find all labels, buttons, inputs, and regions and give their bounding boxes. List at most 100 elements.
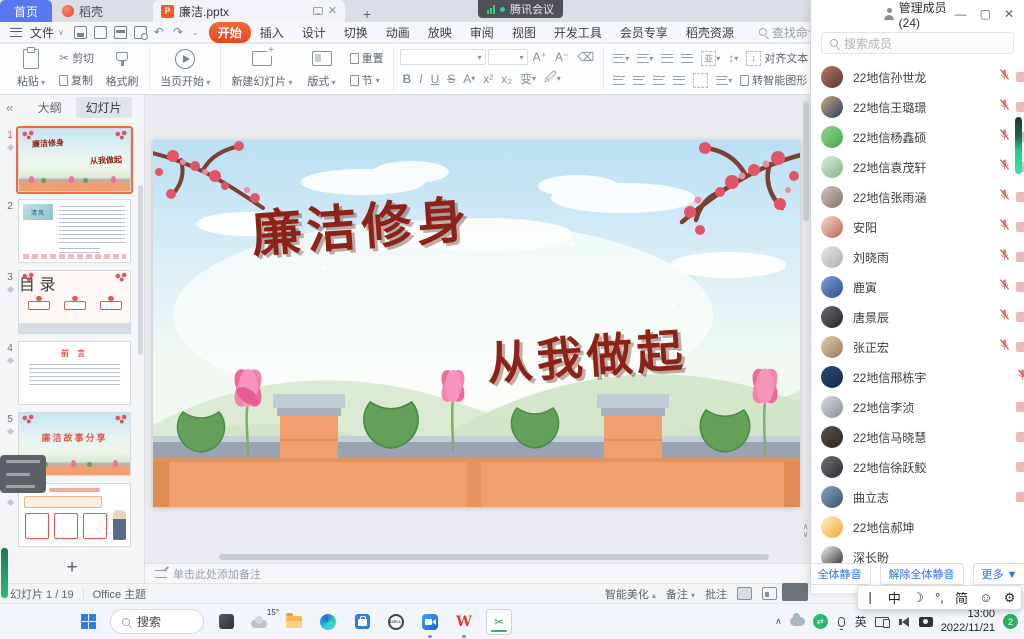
mic-muted-icon[interactable] bbox=[1016, 368, 1024, 386]
superscript-button[interactable]: x² bbox=[480, 72, 496, 86]
align-text-button[interactable]: ↕对齐文本▾ bbox=[743, 49, 818, 67]
align-center-button[interactable] bbox=[630, 76, 648, 85]
undo-icon[interactable]: ↶ bbox=[154, 25, 166, 39]
numbering-button[interactable]: ▾ bbox=[634, 54, 656, 63]
member-search-input[interactable]: 搜索成员 bbox=[821, 32, 1014, 54]
slide-thumbnail-1[interactable]: 1 廉洁修身 从我做起 bbox=[2, 128, 140, 192]
member-row[interactable]: 曲立志 bbox=[811, 482, 1024, 512]
comments-button[interactable]: 批注 bbox=[705, 586, 727, 602]
ime-item[interactable]: ☺ bbox=[979, 590, 992, 605]
next-slide-chevron[interactable]: ∨ bbox=[801, 531, 810, 539]
close-tab-icon[interactable]: ✕ bbox=[328, 6, 337, 17]
camera-off-icon[interactable] bbox=[1016, 102, 1024, 112]
canvas-vertical-scrollbar[interactable] bbox=[803, 101, 809, 221]
tab-home[interactable]: 首页 bbox=[0, 0, 52, 22]
decrease-indent-button[interactable] bbox=[658, 54, 676, 63]
dell-app-icon[interactable]: DELL bbox=[384, 610, 408, 634]
ime-item[interactable]: 简 bbox=[955, 588, 968, 607]
mic-muted-icon[interactable] bbox=[998, 308, 1011, 326]
columns-button[interactable] bbox=[690, 73, 711, 88]
mic-muted-icon[interactable] bbox=[998, 68, 1011, 86]
ime-language-indicator[interactable]: 英 bbox=[855, 613, 867, 630]
member-row[interactable]: 22地信李浈 bbox=[811, 392, 1024, 422]
clock[interactable]: 13:00 2022/11/21 bbox=[941, 608, 995, 634]
increase-indent-button[interactable] bbox=[678, 54, 696, 63]
slideshow-button[interactable] bbox=[782, 583, 808, 601]
new-slide-button[interactable]: 新建幻灯片 ▾ bbox=[227, 47, 296, 91]
tray-expand-icon[interactable]: ∧ bbox=[775, 616, 782, 627]
slide-thumbnail-3[interactable]: 3 目 录 bbox=[2, 270, 140, 334]
floating-mini-toolbar[interactable] bbox=[0, 455, 46, 493]
reset-button[interactable]: 重置 bbox=[347, 49, 387, 67]
panel-footer-button[interactable]: 更多 ▼ bbox=[973, 563, 1024, 585]
para-spacing-button[interactable]: ▾ bbox=[713, 76, 735, 85]
theme-name[interactable]: Office 主题 bbox=[93, 586, 147, 602]
mic-muted-icon[interactable] bbox=[998, 248, 1011, 266]
member-row[interactable]: 22地信杨鑫硕 bbox=[811, 122, 1024, 152]
camera-off-icon[interactable] bbox=[1016, 72, 1024, 82]
camera-off-icon[interactable] bbox=[1016, 432, 1024, 442]
microsoft-store-icon[interactable] bbox=[350, 610, 374, 634]
new-tab-button[interactable]: + bbox=[357, 6, 377, 22]
thumbnail-image-1[interactable]: 廉洁修身 从我做起 bbox=[18, 128, 131, 192]
line-spacing-button[interactable]: ↕▾ bbox=[725, 51, 741, 65]
mic-muted-icon[interactable] bbox=[998, 278, 1011, 296]
print-icon[interactable] bbox=[114, 26, 127, 39]
play-from-current-button[interactable]: 当页开始 ▾ bbox=[156, 47, 214, 91]
panel-footer-button[interactable]: 全体静音 bbox=[810, 563, 871, 585]
menu-tab-放映[interactable]: 放映 bbox=[419, 22, 461, 43]
strikethrough-button[interactable]: S bbox=[444, 72, 458, 86]
display-tray-icon[interactable] bbox=[875, 617, 889, 627]
ime-item[interactable]: ☽ bbox=[912, 590, 924, 606]
member-row[interactable]: 22地信邢栋宇 bbox=[811, 362, 1024, 392]
thumbnail-scrollbar[interactable] bbox=[138, 185, 143, 355]
menu-tab-开始[interactable]: 开始 bbox=[209, 22, 251, 43]
text-effects-button[interactable]: 变▾ bbox=[517, 70, 539, 87]
tab-outline[interactable]: 大纲 bbox=[28, 97, 72, 118]
camera-off-icon[interactable] bbox=[1016, 492, 1024, 502]
copy-button[interactable]: 复制 bbox=[56, 71, 97, 89]
slide-thumbnail-2[interactable]: 2 清风 bbox=[2, 199, 140, 263]
ime-item[interactable]: °, bbox=[935, 590, 944, 605]
redo-icon[interactable]: ↷ bbox=[173, 25, 185, 39]
menu-tab-插入[interactable]: 插入 bbox=[251, 22, 293, 43]
camera-off-icon[interactable] bbox=[1016, 192, 1024, 202]
member-row[interactable]: 22地信张雨涵 bbox=[811, 182, 1024, 212]
volume-tray-icon[interactable] bbox=[897, 617, 909, 627]
thumbnail-image-3[interactable]: 目 录 bbox=[18, 270, 131, 334]
slide-thumbnail-4[interactable]: 4 前 言 bbox=[2, 341, 140, 405]
thumbnail-image-4[interactable]: 前 言 bbox=[18, 341, 131, 405]
section-button[interactable]: 节▾ bbox=[347, 71, 387, 89]
camera-tray-icon[interactable] bbox=[919, 617, 933, 627]
mic-muted-icon[interactable] bbox=[998, 98, 1011, 116]
menu-tab-会员专享[interactable]: 会员专享 bbox=[611, 22, 677, 43]
save-icon[interactable] bbox=[74, 26, 87, 39]
beautify-button[interactable]: 智能美化 ▴ bbox=[605, 586, 656, 602]
camera-off-icon[interactable] bbox=[1016, 282, 1024, 292]
shrink-font-button[interactable]: A⁻ bbox=[552, 50, 572, 64]
screen-capture-app-icon[interactable]: ✂ bbox=[486, 609, 512, 635]
highlight-button[interactable]: 🖉▾ bbox=[541, 68, 564, 89]
format-painter-button[interactable]: 格式刷 bbox=[101, 47, 143, 91]
sync-tray-icon[interactable]: ⇄ bbox=[813, 614, 828, 629]
slide-sorter-view-button[interactable] bbox=[762, 587, 777, 600]
hamburger-icon[interactable] bbox=[10, 28, 22, 37]
comment-bubble-icon[interactable] bbox=[313, 7, 323, 15]
member-row[interactable]: 鹿寅 bbox=[811, 272, 1024, 302]
minimize-button[interactable]: — bbox=[955, 7, 967, 21]
text-direction-button[interactable]: 亚▾ bbox=[698, 51, 723, 66]
camera-off-icon[interactable] bbox=[1016, 342, 1024, 352]
clear-format-button[interactable]: ⌫ bbox=[574, 50, 597, 64]
member-row[interactable]: 安阳 bbox=[811, 212, 1024, 242]
ime-item[interactable]: ⚙ bbox=[1004, 590, 1016, 606]
menu-tab-视图[interactable]: 视图 bbox=[503, 22, 545, 43]
font-name-combo[interactable]: ▾ bbox=[400, 49, 486, 65]
menu-tab-动画[interactable]: 动画 bbox=[377, 22, 419, 43]
tab-docer[interactable]: 稻壳 bbox=[52, 0, 113, 22]
editing-canvas[interactable]: 廉洁修身 廉洁修身 从我做起 从我做起 ∧ ∨ bbox=[145, 95, 810, 563]
file-menu[interactable]: 文件 bbox=[28, 24, 56, 41]
to-smartart-button[interactable]: 转智能图形▾ bbox=[737, 71, 817, 89]
panel-footer-button[interactable]: 解除全体静音 bbox=[880, 563, 964, 585]
notification-badge[interactable]: 2 bbox=[1003, 614, 1018, 629]
tab-slides[interactable]: 幻灯片 bbox=[76, 97, 132, 118]
